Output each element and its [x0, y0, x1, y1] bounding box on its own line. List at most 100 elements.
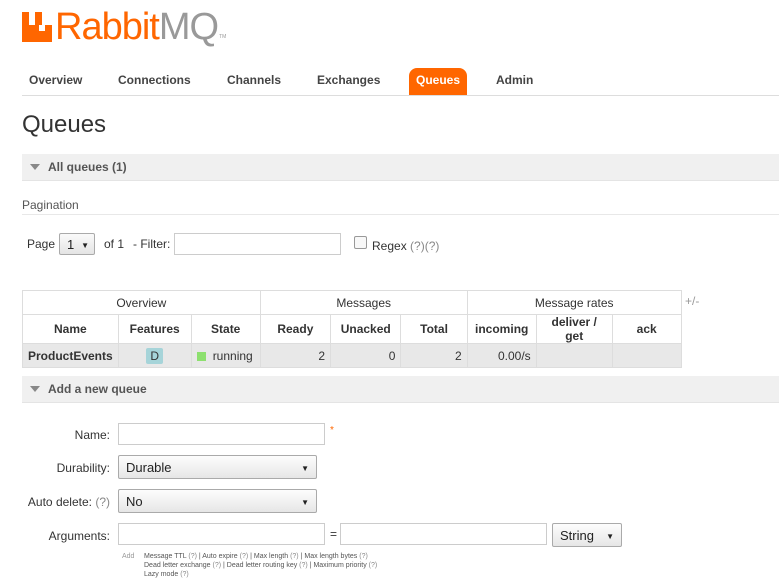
chevron-down-icon: ▼	[81, 241, 89, 250]
auto-delete-select-value: No	[126, 494, 143, 509]
equals-sign: =	[330, 527, 338, 541]
argument-hint-link[interactable]: Message TTL	[144, 553, 188, 560]
argument-hint-link[interactable]: Dead letter exchange	[144, 562, 213, 569]
argument-hint-help[interactable]: (?)	[180, 571, 189, 578]
tab-overview[interactable]: Overview	[22, 68, 89, 95]
chevron-down-icon: ▼	[301, 498, 309, 507]
rabbitmq-logo: RabbitMQ TM	[22, 8, 226, 46]
argument-hints-line-2: Dead letter exchange (?) | Dead letter r…	[144, 561, 377, 570]
group-message-rates: Message rates	[466, 290, 682, 315]
group-messages: Messages	[259, 290, 468, 315]
argument-hint-help[interactable]: (?)	[188, 553, 197, 560]
chevron-down-icon: ▼	[301, 464, 309, 473]
tab-exchanges[interactable]: Exchanges	[310, 68, 387, 95]
argument-hint-link[interactable]: Max length bytes	[304, 553, 359, 560]
unacked-cell: 0	[330, 343, 402, 368]
page-select-value: 1	[67, 237, 75, 252]
tab-queues[interactable]: Queues	[409, 68, 467, 95]
argument-hints-line-1: Message TTL (?) | Auto expire (?) | Max …	[144, 552, 368, 561]
arguments-label: Arguments:	[48, 529, 110, 543]
auto-delete-select[interactable]: No ▼	[118, 489, 317, 513]
argument-hint-help[interactable]: (?)	[290, 553, 299, 560]
features-cell: D	[117, 343, 192, 368]
running-status-icon	[196, 351, 206, 361]
page-of-label: of 1	[104, 237, 125, 251]
argument-hint-link[interactable]: Maximum priority	[313, 562, 368, 569]
argument-hint-help[interactable]: (?)	[359, 553, 368, 560]
pagination-divider	[22, 214, 779, 215]
collapse-triangle-icon	[30, 386, 40, 392]
argument-type-value: String	[560, 528, 594, 543]
regex-checkbox[interactable]	[354, 236, 367, 249]
argument-type-select[interactable]: String ▼	[552, 523, 622, 547]
argument-hints-line-3: Lazy mode (?)	[144, 570, 189, 579]
pagination-label: Pagination	[22, 198, 79, 212]
ready-cell: 2	[259, 343, 332, 368]
argument-hint-help[interactable]: (?)	[240, 553, 249, 560]
tab-channels[interactable]: Channels	[220, 68, 288, 95]
col-features[interactable]: Features	[117, 314, 192, 344]
col-total[interactable]: Total	[400, 314, 468, 344]
argument-hint-link[interactable]: Max length	[254, 553, 290, 560]
deliver-get-cell	[535, 343, 613, 368]
state-text: running	[212, 348, 253, 363]
argument-value-input[interactable]	[340, 523, 547, 545]
all-queues-title: All queues (1)	[48, 160, 127, 174]
total-cell: 2	[400, 343, 468, 368]
brand-mq: MQ	[158, 6, 219, 48]
regex-label-group: Regex (?)(?)	[372, 239, 439, 253]
queues-table: Overview Messages Message rates Name Fea…	[22, 290, 682, 368]
state-cell: running	[190, 343, 261, 368]
queue-name-input[interactable]	[118, 423, 325, 445]
col-state[interactable]: State	[190, 314, 261, 344]
durable-badge: D	[146, 347, 164, 364]
col-incoming[interactable]: incoming	[466, 314, 537, 344]
argument-hint-link[interactable]: Dead letter routing key	[227, 562, 299, 569]
argument-hint-link[interactable]: Lazy mode	[144, 571, 180, 578]
page-select[interactable]: 1 ▼	[59, 233, 95, 255]
regex-label: Regex	[372, 239, 407, 253]
col-unacked[interactable]: Unacked	[330, 314, 402, 344]
page-title: Queues	[22, 111, 107, 138]
all-queues-section-header[interactable]: All queues (1)	[22, 154, 779, 181]
main-nav: Overview Connections Channels Exchanges …	[22, 68, 779, 96]
tab-connections[interactable]: Connections	[111, 68, 198, 95]
col-ack[interactable]: ack	[611, 314, 682, 344]
page-label: Page	[27, 237, 56, 251]
add-queue-title: Add a new queue	[48, 382, 147, 396]
auto-delete-label-group: Auto delete: (?)	[22, 495, 110, 509]
filter-input[interactable]	[174, 233, 341, 255]
durability-select-value: Durable	[126, 460, 172, 475]
table-row: ProductEvents D running 2 0 2 0.00/s	[22, 343, 682, 368]
brand-rabbit: Rabbit	[55, 6, 160, 48]
tab-admin[interactable]: Admin	[489, 68, 540, 95]
rabbitmq-logo-icon	[22, 12, 52, 42]
durability-select[interactable]: Durable ▼	[118, 455, 317, 479]
columns-toggle-link[interactable]: +/-	[685, 294, 699, 308]
regex-help-link[interactable]: (?)(?)	[410, 239, 439, 253]
argument-key-input[interactable]	[118, 523, 325, 545]
brand-text: RabbitMQ	[55, 6, 219, 48]
argument-hint-help[interactable]: (?)	[213, 562, 222, 569]
argument-hint-help[interactable]: (?)	[299, 562, 308, 569]
collapse-triangle-icon	[30, 164, 40, 170]
add-queue-section-header[interactable]: Add a new queue	[22, 376, 779, 403]
argument-hint-link[interactable]: Auto expire	[202, 553, 239, 560]
col-ready[interactable]: Ready	[259, 314, 332, 344]
name-label: Name:	[74, 428, 110, 442]
auto-delete-help[interactable]: (?)	[95, 495, 110, 509]
auto-delete-label: Auto delete:	[27, 495, 92, 509]
col-deliver-get[interactable]: deliver / get	[535, 314, 613, 344]
filter-label: - Filter:	[133, 237, 171, 251]
durability-label: Durability:	[56, 461, 110, 475]
queue-name-link[interactable]: ProductEvents	[22, 343, 119, 368]
chevron-down-icon: ▼	[606, 532, 614, 541]
col-name[interactable]: Name	[22, 314, 119, 344]
brand-tm: TM	[219, 34, 227, 40]
required-mark: *	[330, 425, 334, 436]
incoming-cell: 0.00/s	[466, 343, 537, 368]
argument-hint-help[interactable]: (?)	[369, 562, 378, 569]
ack-cell	[611, 343, 682, 368]
group-overview: Overview	[22, 290, 261, 315]
add-argument-label: Add	[122, 553, 135, 560]
